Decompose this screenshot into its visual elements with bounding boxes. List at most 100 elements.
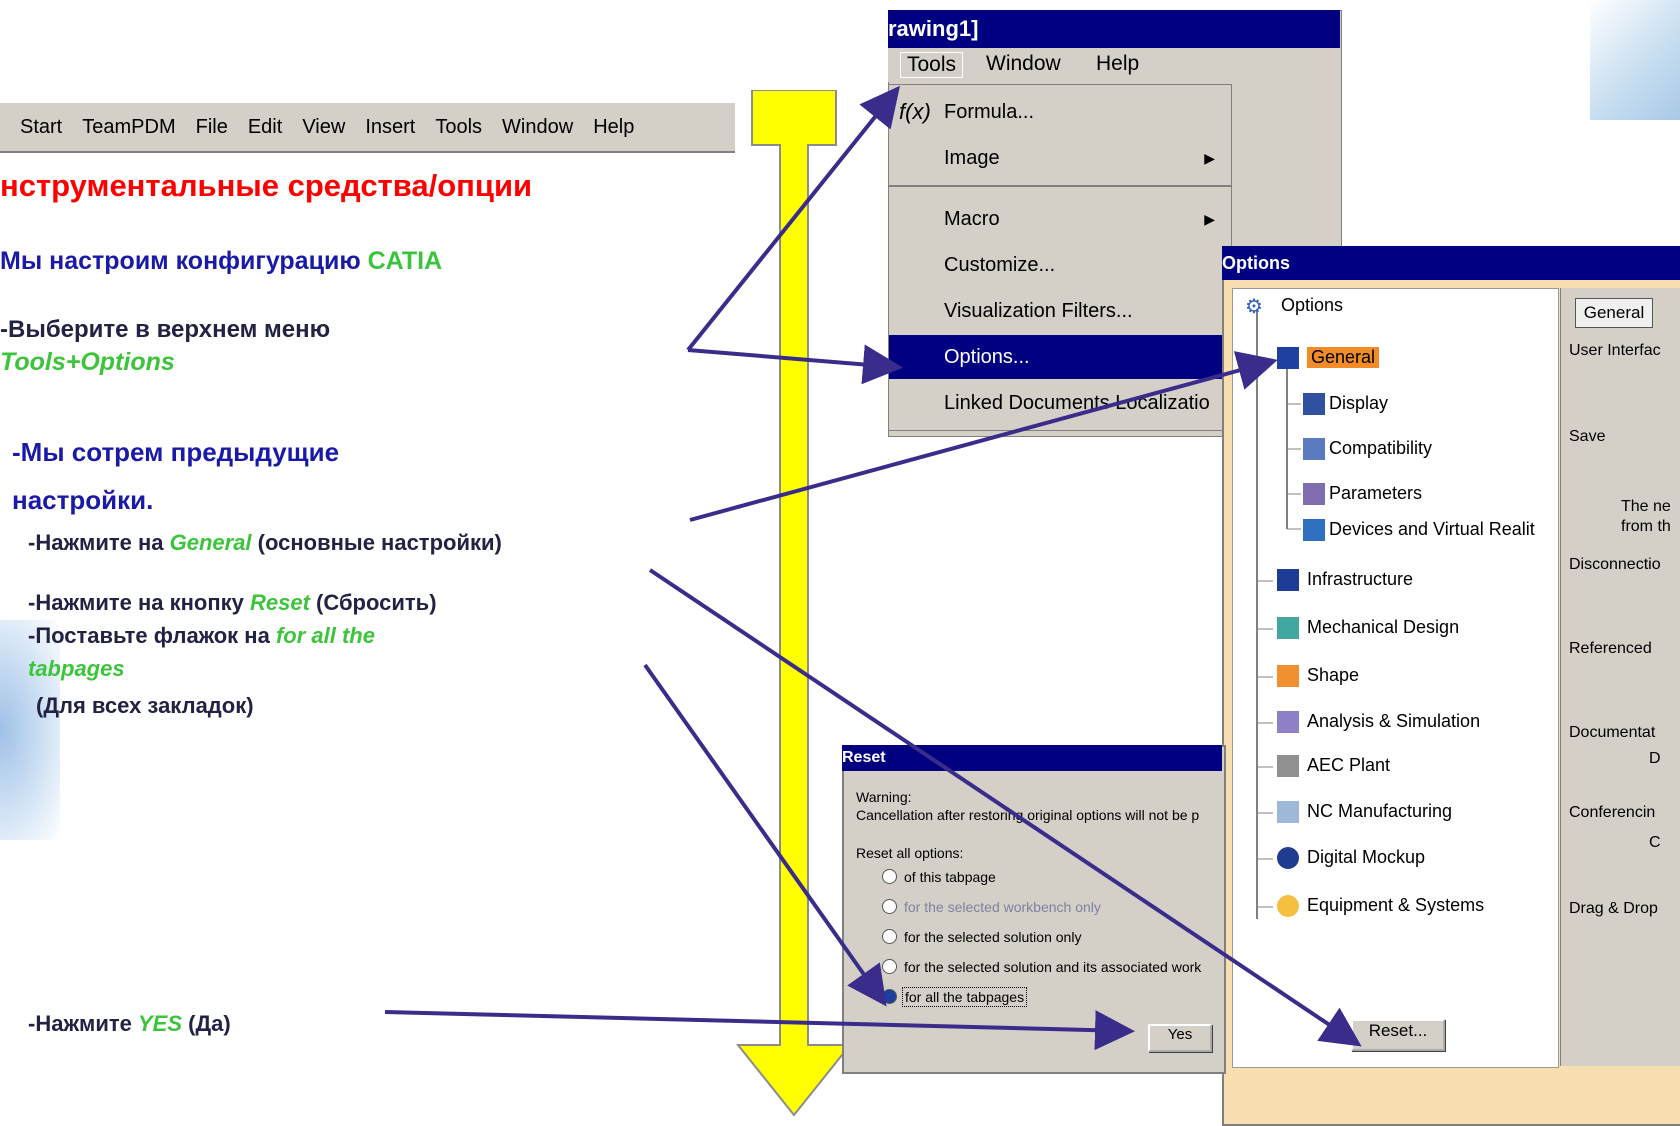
- radio-label-selected-workbench: for the selected workbench only: [904, 899, 1101, 915]
- documentation-label: Documentat: [1569, 724, 1656, 741]
- tree-item-mechanical-design[interactable]: Mechanical Design: [1307, 617, 1459, 638]
- tree-item-nc-manufacturing[interactable]: NC Manufacturing: [1307, 801, 1452, 822]
- tree-item-compatibility[interactable]: Compatibility: [1329, 438, 1432, 459]
- save-desc-line2: from th: [1621, 518, 1671, 535]
- menu-item-image[interactable]: Image ▶: [889, 136, 1231, 180]
- radio-label-selected-solution: for the selected solution only: [904, 929, 1082, 945]
- menu-view[interactable]: View: [302, 116, 345, 139]
- tree-item-shape[interactable]: Shape: [1307, 665, 1359, 686]
- nc-manufacturing-icon: [1277, 801, 1299, 823]
- slide-line-tools-options: Tools+Options: [0, 348, 175, 376]
- referenced-label: Referenced: [1569, 640, 1652, 657]
- menu-separator: [889, 185, 1231, 187]
- menu-item-linked-documents[interactable]: Linked Documents Localizatio: [889, 381, 1221, 425]
- tree-item-analysis[interactable]: Analysis & Simulation: [1307, 711, 1480, 732]
- slide-line-check: -Поставьте флажок на for all the: [28, 623, 375, 649]
- menu-start[interactable]: Start: [20, 116, 62, 139]
- warning-message: Cancellation after restoring original op…: [856, 807, 1200, 823]
- save-label: Save: [1569, 428, 1606, 445]
- tree-item-general[interactable]: General: [1307, 347, 1380, 368]
- menu-item-customize[interactable]: Customize...: [889, 243, 1231, 287]
- tree-item-devices[interactable]: Devices and Virtual Realit: [1329, 519, 1535, 540]
- tools-window-menubar: Tools Window Help: [888, 48, 1340, 82]
- click-general-suffix: (основные настройки): [251, 530, 502, 555]
- display-icon: [1303, 393, 1325, 415]
- tree-item-equipment[interactable]: Equipment & Systems: [1307, 895, 1484, 916]
- options-root-icon: ⚙: [1245, 296, 1263, 318]
- tree-item-aec-plant[interactable]: AEC Plant: [1307, 755, 1390, 776]
- slide-line-tabpages: tabpages: [28, 656, 125, 681]
- menu-insert[interactable]: Insert: [365, 116, 415, 139]
- options-tree: ⚙ Options General Display Compatibility …: [1232, 288, 1559, 1068]
- catia-menubar: Start TeamPDM File Edit View Insert Tool…: [0, 103, 735, 153]
- conferencing-value: C: [1649, 834, 1661, 851]
- menu-item-formula[interactable]: f(x) Formula...: [889, 90, 1231, 134]
- slide-line-configure: Мы настроим конфигурацию CATIA: [0, 247, 442, 276]
- conferencing-label: Conferencin: [1569, 804, 1656, 821]
- window-menu-tab[interactable]: Window: [986, 52, 1061, 76]
- submenu-arrow-icon: ▶: [1204, 150, 1215, 166]
- documentation-value: D: [1649, 750, 1661, 767]
- radio-label-solution-associated: for the selected solution and its associ…: [904, 959, 1202, 975]
- submenu-arrow-icon: ▶: [1204, 211, 1215, 227]
- devices-icon: [1303, 519, 1325, 541]
- slide-line-click-reset: -Нажмите на кнопку Reset (Сбросить): [28, 590, 437, 616]
- menu-item-options[interactable]: Options...: [889, 335, 1231, 379]
- slide-line-erase: -Мы сотрем предыдущие: [12, 437, 340, 467]
- reset-text: Reset: [250, 590, 310, 615]
- tab-general[interactable]: General: [1575, 298, 1653, 328]
- equipment-icon: [1277, 895, 1299, 917]
- tree-item-parameters[interactable]: Parameters: [1329, 483, 1422, 504]
- check-prefix: -Поставьте флажок на: [28, 623, 276, 648]
- parameters-icon: [1303, 483, 1325, 505]
- general-icon: [1277, 347, 1299, 369]
- menu-teampdm[interactable]: TeamPDM: [82, 116, 175, 139]
- decorative-gradient-left: [0, 620, 60, 840]
- help-menu-tab[interactable]: Help: [1096, 52, 1139, 76]
- slide-line-for-all-tabs: (Для всех закладок): [36, 693, 254, 718]
- slide-line-click-general: -Нажмите на General (основные настройки): [28, 530, 502, 556]
- press-yes-prefix: -Нажмите: [28, 1011, 138, 1036]
- analysis-icon: [1277, 711, 1299, 733]
- menu-tools[interactable]: Tools: [435, 116, 482, 139]
- yes-button[interactable]: Yes: [1148, 1024, 1212, 1052]
- disconnection-label: Disconnectio: [1569, 556, 1661, 573]
- mechanical-design-icon: [1277, 617, 1299, 639]
- click-general-prefix: -Нажмите на: [28, 530, 170, 555]
- slide-heading: нструментальные средства/опции: [0, 168, 533, 203]
- reset-dialog-title: Reset: [842, 745, 1222, 771]
- radio-label-this-tabpage: of this tabpage: [904, 869, 996, 885]
- tools-window-title: rawing1]: [888, 10, 1340, 48]
- menu-file[interactable]: File: [196, 116, 228, 139]
- tree-item-display[interactable]: Display: [1329, 393, 1388, 414]
- click-reset-suffix: (Сбросить): [309, 590, 437, 615]
- catia-text: CATIA: [367, 247, 443, 275]
- general-text: General: [169, 530, 252, 555]
- radio-solution-associated[interactable]: [882, 959, 897, 974]
- menu-item-macro[interactable]: Macro ▶: [889, 197, 1231, 241]
- radio-selected-workbench[interactable]: [882, 899, 897, 914]
- menu-window[interactable]: Window: [502, 116, 573, 139]
- decorative-gradient-top: [1590, 0, 1680, 120]
- slide-line-press-yes: -Нажмите YES (Да): [28, 1011, 231, 1037]
- radio-selected-solution[interactable]: [882, 929, 897, 944]
- tools-dropdown: f(x) Formula... Image ▶ Macro ▶ Customiz…: [888, 84, 1232, 431]
- digital-mockup-icon: [1277, 847, 1299, 869]
- slide-line-select-menu: -Выберите в верхнем меню: [0, 316, 331, 343]
- reset-button[interactable]: Reset...: [1351, 1019, 1445, 1051]
- tree-item-infrastructure[interactable]: Infrastructure: [1307, 569, 1413, 590]
- infrastructure-icon: [1277, 569, 1299, 591]
- reset-dialog-body: Warning: Cancellation after restoring or…: [842, 771, 1222, 1069]
- general-settings-pane: General User Interfac Save The ne from t…: [1560, 288, 1680, 1066]
- tree-item-digital-mockup[interactable]: Digital Mockup: [1307, 847, 1425, 868]
- save-desc-line1: The ne: [1621, 498, 1671, 515]
- reset-all-label: Reset all options:: [856, 845, 964, 861]
- menu-help[interactable]: Help: [593, 116, 634, 139]
- menu-item-visualization-filters[interactable]: Visualization Filters...: [889, 289, 1231, 333]
- menu-edit[interactable]: Edit: [248, 116, 282, 139]
- tree-item-options[interactable]: Options: [1281, 295, 1343, 316]
- radio-all-tabpages[interactable]: [882, 989, 897, 1004]
- radio-this-tabpage[interactable]: [882, 869, 897, 884]
- tools-menu-tab[interactable]: Tools: [900, 52, 964, 78]
- drag-drop-label: Drag & Drop: [1569, 900, 1658, 917]
